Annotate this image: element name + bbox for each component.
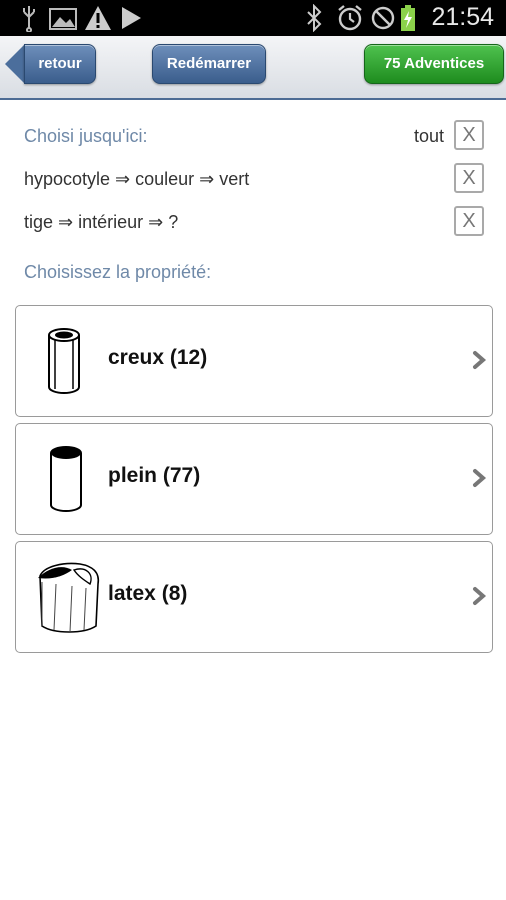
- usb-icon: [23, 6, 35, 32]
- option-label: creux (12): [108, 346, 208, 369]
- back-arrow-icon[interactable]: [5, 44, 25, 84]
- chosen-heading: Choisi jusqu'ici:: [24, 126, 148, 146]
- chosen-item: hypocotyle ⇒ couleur ⇒ vert: [24, 169, 250, 189]
- chevron-right-icon: [473, 351, 487, 369]
- back-button[interactable]: retour: [24, 44, 96, 84]
- no-signal-icon: [371, 6, 395, 30]
- chevron-right-icon: [473, 469, 487, 487]
- warning-icon: [85, 6, 111, 30]
- status-bar: 21:54: [0, 0, 506, 36]
- play-icon: [122, 7, 141, 29]
- alarm-icon: [338, 5, 362, 31]
- chevron-right-icon: [473, 587, 487, 605]
- clear-all-label: tout: [413, 126, 444, 146]
- latex-stem-icon: [38, 562, 100, 633]
- option-card-latex[interactable]: latex (8): [15, 541, 493, 653]
- clock-time: 21:54: [431, 3, 494, 31]
- image-icon: [49, 8, 77, 30]
- clear-all-button[interactable]: X: [454, 120, 484, 150]
- chosen-item: tige ⇒ intérieur ⇒ ?: [24, 212, 179, 232]
- restart-button[interactable]: Redémarrer: [152, 44, 266, 84]
- remove-chosen-item-button[interactable]: X: [454, 206, 484, 236]
- remove-chosen-item-button[interactable]: X: [454, 163, 484, 193]
- solid-stem-icon: [50, 446, 82, 512]
- option-label: latex (8): [108, 582, 188, 605]
- hollow-stem-icon: [48, 328, 80, 394]
- option-card-creux[interactable]: creux (12): [15, 305, 493, 417]
- action-bar: retour Redémarrer 75 Adventices: [0, 36, 506, 100]
- option-card-plein[interactable]: plein (77): [15, 423, 493, 535]
- bluetooth-icon: [307, 4, 322, 32]
- option-label: plein (77): [108, 464, 201, 487]
- species-count-button[interactable]: 75 Adventices: [364, 44, 504, 84]
- choose-property-heading: Choisissez la propriété:: [24, 262, 212, 282]
- battery-charging-icon: [401, 5, 415, 31]
